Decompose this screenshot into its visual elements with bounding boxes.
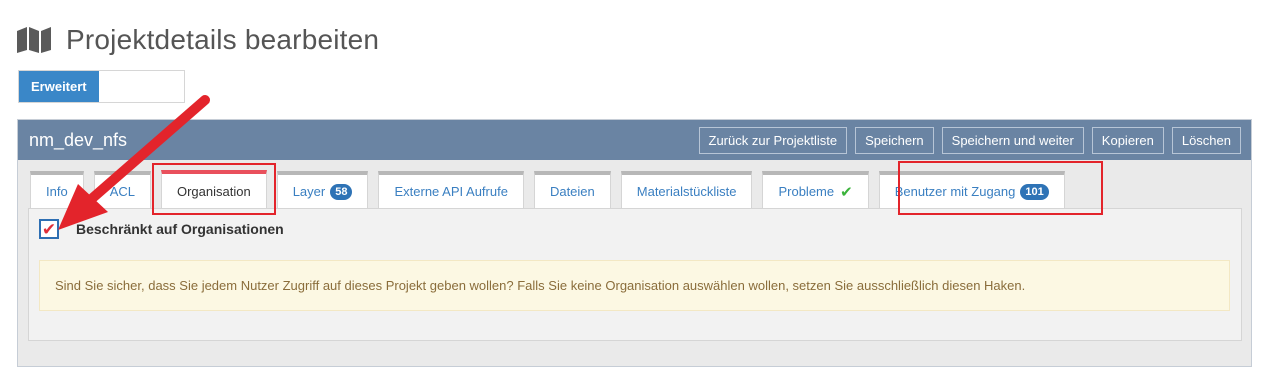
tab-acl[interactable]: ACL: [93, 171, 151, 208]
warning-text: Sind Sie sicher, dass Sie jedem Nutzer Z…: [55, 278, 1026, 293]
delete-button[interactable]: Löschen: [1171, 126, 1241, 154]
advanced-mode-button[interactable]: Erweitert: [19, 71, 99, 102]
map-icon: [17, 26, 51, 54]
tab-label: Materialstückliste: [636, 184, 737, 199]
organisation-tab-highlight: [152, 163, 276, 215]
tab-files[interactable]: Dateien: [533, 171, 611, 208]
page-header: Projektdetails bearbeiten: [17, 22, 379, 58]
tab-external-api[interactable]: Externe API Aufrufe: [378, 171, 524, 208]
tab-label: Probleme: [778, 184, 835, 199]
tab-info[interactable]: Info: [30, 171, 84, 208]
save-and-continue-button[interactable]: Speichern und weiter: [941, 126, 1084, 154]
copy-button[interactable]: Kopieren: [1091, 126, 1164, 154]
warning-alert: Sind Sie sicher, dass Sie jedem Nutzer Z…: [39, 260, 1230, 311]
users-tab-highlight: [898, 161, 1103, 215]
tab-bill-of-materials[interactable]: Materialstückliste: [620, 171, 753, 208]
tab-problems[interactable]: Probleme ✔: [762, 171, 869, 208]
restrict-organisations-checkbox[interactable]: ✔: [39, 219, 59, 239]
action-bar: Zurück zur Projektliste Speichern Speich…: [698, 126, 1241, 154]
tab-label: Layer: [292, 184, 326, 199]
tab-layer[interactable]: Layer 58: [276, 171, 369, 208]
tab-label: Info: [46, 184, 68, 199]
layer-count-badge: 58: [330, 183, 353, 200]
mode-switch: Erweitert: [18, 70, 185, 103]
tab-label: ACL: [109, 184, 135, 199]
save-button[interactable]: Speichern: [855, 126, 934, 154]
check-icon: ✔: [840, 183, 853, 201]
restrict-organisations-row: ✔ Beschränkt auf Organisationen: [39, 219, 284, 239]
project-panel: nm_dev_nfs Zurück zur Projektliste Speic…: [17, 119, 1252, 367]
organisation-tab-content: ✔ Beschränkt auf Organisationen Sind Sie…: [28, 208, 1242, 341]
restrict-organisations-label: Beschränkt auf Organisationen: [76, 221, 284, 237]
project-name: nm_dev_nfs: [29, 129, 128, 150]
tab-label: Dateien: [549, 184, 595, 199]
page-title: Projektdetails bearbeiten: [66, 24, 380, 55]
tab-label: Externe API Aufrufe: [394, 184, 508, 199]
back-to-list-button[interactable]: Zurück zur Projektliste: [698, 126, 848, 154]
panel-heading: nm_dev_nfs Zurück zur Projektliste Speic…: [18, 120, 1251, 160]
